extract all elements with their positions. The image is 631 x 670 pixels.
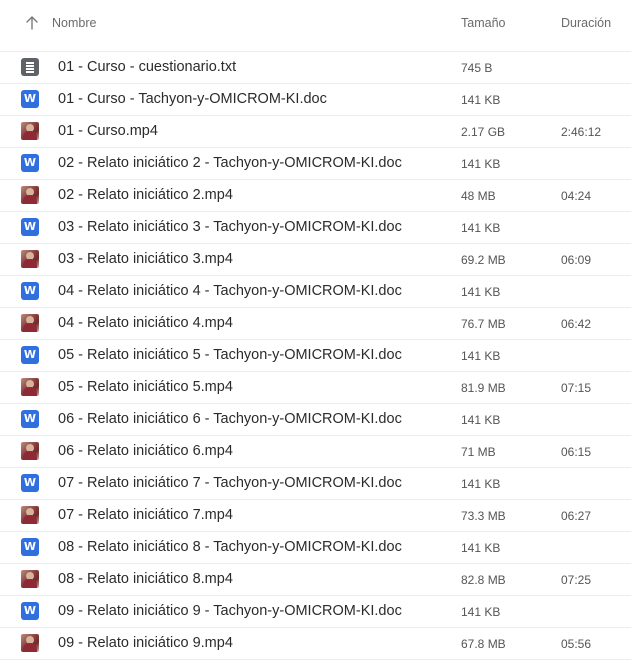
file-name[interactable]: 08 - Relato iniciático 8 - Tachyon-y-OMI…: [58, 539, 402, 555]
file-name[interactable]: 05 - Relato iniciático 5 - Tachyon-y-OMI…: [58, 347, 402, 363]
file-duration: 06:27: [561, 509, 592, 523]
file-name[interactable]: 01 - Curso - Tachyon-y-OMICROM-KI.doc: [58, 91, 327, 107]
file-size: 48 MB: [461, 189, 496, 203]
file-name[interactable]: 03 - Relato iniciático 3.mp4: [58, 251, 233, 267]
file-row[interactable]: W 06 - Relato iniciático 6 - Tachyon-y-OM…: [0, 404, 631, 436]
video-thumbnail-icon: [21, 250, 39, 268]
word-doc-icon: W: [21, 538, 39, 556]
file-size: 82.8 MB: [461, 573, 506, 587]
file-name[interactable]: 02 - Relato iniciático 2.mp4: [58, 187, 233, 203]
word-doc-icon: W: [21, 282, 39, 300]
video-thumbnail-icon: [21, 506, 39, 524]
file-size: 745 B: [461, 61, 493, 75]
file-row[interactable]: W 03 - Relato iniciático 3 - Tachyon-y-OM…: [0, 212, 631, 244]
file-size: 67.8 MB: [461, 637, 506, 651]
file-list: Nombre Tamaño Duración 01 - Curso - cues…: [0, 0, 631, 670]
file-size: 73.3 MB: [461, 509, 506, 523]
file-name[interactable]: 04 - Relato iniciático 4 - Tachyon-y-OMI…: [58, 283, 402, 299]
file-duration: 04:24: [561, 189, 592, 203]
file-row[interactable]: 01 - Curso - cuestionario.txt 745 B: [0, 52, 631, 84]
file-row[interactable]: W 08 - Relato iniciático 8 - Tachyon-y-OM…: [0, 532, 631, 564]
file-name[interactable]: 07 - Relato iniciático 7.mp4: [58, 507, 233, 523]
file-row[interactable]: 06 - Relato iniciático 6.mp4 71 MB 06:15: [0, 436, 631, 468]
file-row[interactable]: W 01 - Curso - Tachyon-y-OMICROM-KI.doc 14…: [0, 84, 631, 116]
file-row[interactable]: 02 - Relato iniciático 2.mp4 48 MB 04:24: [0, 180, 631, 212]
file-size: 141 KB: [461, 541, 501, 555]
file-row[interactable]: W 02 - Relato iniciático 2 - Tachyon-y-OM…: [0, 148, 631, 180]
file-size: 141 KB: [461, 349, 501, 363]
file-name[interactable]: 06 - Relato iniciático 6 - Tachyon-y-OMI…: [58, 411, 402, 427]
file-name[interactable]: 04 - Relato iniciático 4.mp4: [58, 315, 233, 331]
file-name[interactable]: 09 - Relato iniciático 9.mp4: [58, 635, 233, 651]
file-row[interactable]: 04 - Relato iniciático 4.mp4 76.7 MB 06:42: [0, 308, 631, 340]
list-header: Nombre Tamaño Duración: [0, 0, 631, 52]
file-name[interactable]: 07 - Relato iniciático 7 - Tachyon-y-OMI…: [58, 475, 402, 491]
word-doc-icon: W: [21, 90, 39, 108]
file-duration: 06:42: [561, 317, 592, 331]
column-header-duration[interactable]: Duración: [561, 16, 611, 30]
video-thumbnail-icon: [21, 378, 39, 396]
file-name[interactable]: 02 - Relato iniciático 2 - Tachyon-y-OMI…: [58, 155, 402, 171]
file-duration: 06:09: [561, 253, 592, 267]
file-name[interactable]: 09 - Relato iniciático 9 - Tachyon-y-OMI…: [58, 603, 402, 619]
file-row[interactable]: W 04 - Relato iniciático 4 - Tachyon-y-OM…: [0, 276, 631, 308]
file-row[interactable]: 07 - Relato iniciático 7.mp4 73.3 MB 06:27: [0, 500, 631, 532]
file-size: 141 KB: [461, 157, 501, 171]
text-file-icon: [21, 58, 39, 76]
file-row[interactable]: 05 - Relato iniciático 5.mp4 81.9 MB 07:15: [0, 372, 631, 404]
word-doc-icon: W: [21, 602, 39, 620]
file-rows: 01 - Curso - cuestionario.txt 745 B W 01 - …: [0, 52, 631, 660]
file-name[interactable]: 01 - Curso - cuestionario.txt: [58, 59, 236, 75]
word-doc-icon: W: [21, 346, 39, 364]
file-row[interactable]: W 05 - Relato iniciático 5 - Tachyon-y-OM…: [0, 340, 631, 372]
column-header-size[interactable]: Tamaño: [461, 16, 505, 30]
file-duration: 06:15: [561, 445, 592, 459]
file-duration: 2:46:12: [561, 125, 602, 139]
file-duration: 07:15: [561, 381, 592, 395]
file-size: 71 MB: [461, 445, 496, 459]
file-size: 2.17 GB: [461, 125, 506, 139]
word-doc-icon: W: [21, 154, 39, 172]
file-size: 141 KB: [461, 477, 501, 491]
file-size: 141 KB: [461, 93, 501, 107]
file-name[interactable]: 08 - Relato iniciático 8.mp4: [58, 571, 233, 587]
word-doc-icon: W: [21, 218, 39, 236]
video-thumbnail-icon: [21, 570, 39, 588]
file-size: 141 KB: [461, 605, 501, 619]
video-thumbnail-icon: [21, 122, 39, 140]
file-name[interactable]: 05 - Relato iniciático 5.mp4: [58, 379, 233, 395]
arrow-up-icon[interactable]: [23, 14, 41, 32]
video-thumbnail-icon: [21, 314, 39, 332]
word-doc-icon: W: [21, 410, 39, 428]
video-thumbnail-icon: [21, 186, 39, 204]
file-duration: 05:56: [561, 637, 592, 651]
file-row[interactable]: W 09 - Relato iniciático 9 - Tachyon-y-OM…: [0, 596, 631, 628]
file-row[interactable]: W 07 - Relato iniciático 7 - Tachyon-y-OM…: [0, 468, 631, 500]
file-name[interactable]: 01 - Curso.mp4: [58, 123, 158, 139]
file-row[interactable]: 01 - Curso.mp4 2.17 GB 2:46:12: [0, 116, 631, 148]
file-row[interactable]: 03 - Relato iniciático 3.mp4 69.2 MB 06:09: [0, 244, 631, 276]
file-size: 141 KB: [461, 285, 501, 299]
file-size: 69.2 MB: [461, 253, 506, 267]
file-duration: 07:25: [561, 573, 592, 587]
file-size: 76.7 MB: [461, 317, 506, 331]
file-name[interactable]: 03 - Relato iniciático 3 - Tachyon-y-OMI…: [58, 219, 402, 235]
file-size: 141 KB: [461, 221, 501, 235]
file-row[interactable]: 08 - Relato iniciático 8.mp4 82.8 MB 07:25: [0, 564, 631, 596]
file-size: 141 KB: [461, 413, 501, 427]
column-header-name[interactable]: Nombre: [52, 16, 96, 30]
video-thumbnail-icon: [21, 442, 39, 460]
file-size: 81.9 MB: [461, 381, 506, 395]
word-doc-icon: W: [21, 474, 39, 492]
file-name[interactable]: 06 - Relato iniciático 6.mp4: [58, 443, 233, 459]
file-row[interactable]: 09 - Relato iniciático 9.mp4 67.8 MB 05:56: [0, 628, 631, 660]
video-thumbnail-icon: [21, 634, 39, 652]
